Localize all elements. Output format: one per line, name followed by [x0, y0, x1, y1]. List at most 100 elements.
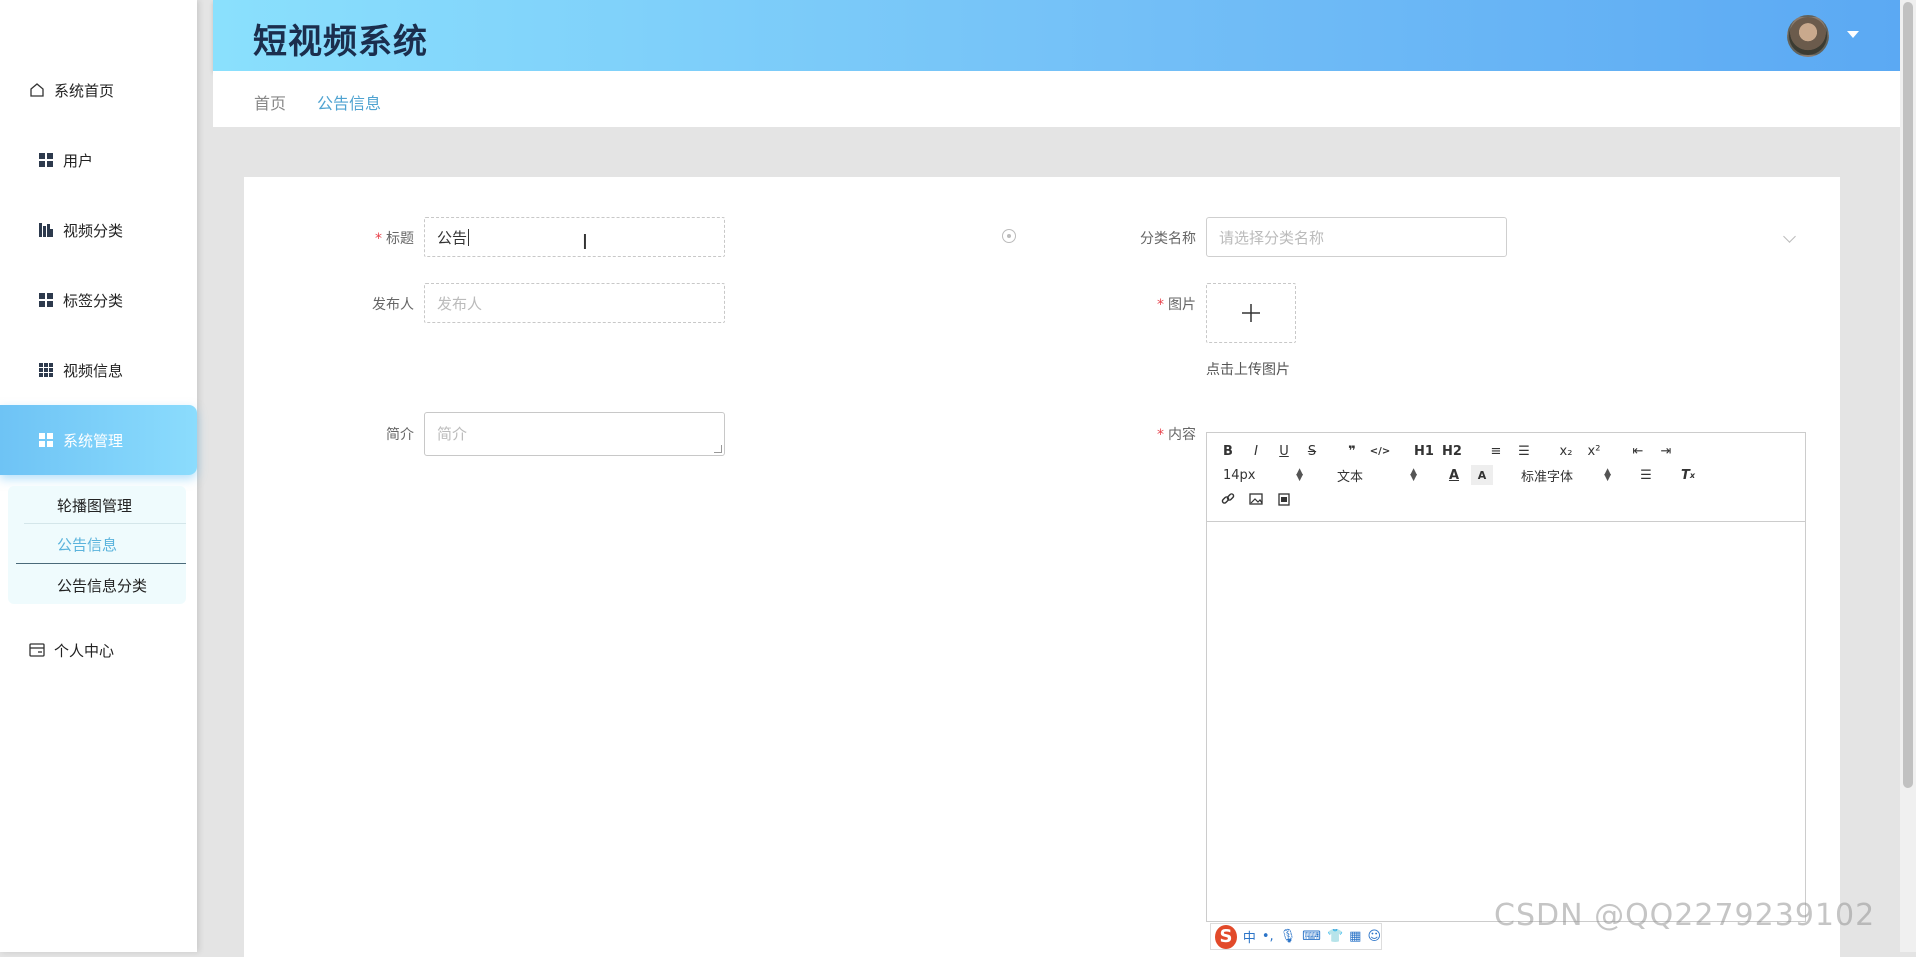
sidebar-item-tag-category[interactable]: 标签分类 — [0, 274, 197, 326]
title-input[interactable]: 公告 — [424, 217, 725, 257]
block-type-value: 文本 — [1337, 469, 1364, 485]
apps-icon — [38, 362, 54, 378]
underline-button[interactable]: U — [1273, 441, 1295, 461]
sidebar-item-label: 用户 — [63, 151, 94, 170]
outdent-button[interactable]: ⇤ — [1627, 441, 1649, 461]
sidebar-item-personal-center[interactable]: 个人中心 — [0, 624, 197, 676]
breadcrumb-home[interactable]: 首页 — [254, 90, 286, 114]
divider — [24, 523, 186, 524]
sidebar-item-users[interactable]: 用户 — [0, 134, 197, 186]
card-icon — [29, 642, 45, 658]
publisher-input[interactable]: 发布人 — [424, 283, 725, 323]
editor-content-area[interactable] — [1207, 523, 1805, 921]
code-button[interactable]: </> — [1369, 441, 1391, 461]
font-family-select[interactable]: 标准字体 ▲ ▼ — [1521, 465, 1611, 485]
submenu-item-carousel[interactable]: 轮播图管理 — [16, 486, 186, 524]
punctuation-icon[interactable]: •, — [1262, 929, 1274, 944]
skin-icon[interactable]: 👕 — [1327, 929, 1343, 944]
image-label: * 图片 — [1157, 297, 1196, 313]
updown-icon: ▲ ▼ — [1410, 467, 1417, 483]
keyboard-icon[interactable]: ⌨ — [1302, 929, 1321, 944]
ordered-list-button[interactable]: ≡ — [1485, 441, 1507, 461]
sidebar-item-label: 系统首页 — [54, 81, 115, 100]
submenu-item-label: 公告信息 — [57, 536, 118, 554]
font-color-icon[interactable]: A — [1443, 465, 1465, 485]
watermark: CSDN @QQ2279239102 — [1494, 898, 1876, 933]
rich-text-editor: B I U S ❞ </> H1 H2 ≡ ☰ x₂ x² ⇤ ⇥ 14px ▲… — [1206, 432, 1806, 922]
link-icon[interactable] — [1217, 489, 1239, 509]
category-select[interactable]: 请选择分类名称 — [1206, 217, 1507, 257]
updown-icon: ▲ ▼ — [1604, 467, 1611, 483]
title-label: * 标题 — [375, 231, 414, 247]
grid-icon — [38, 432, 54, 448]
summary-placeholder: 简介 — [437, 425, 468, 443]
sidebar-item-label: 视频信息 — [63, 361, 124, 380]
editor-toolbar: B I U S ❞ </> H1 H2 ≡ ☰ x₂ x² ⇤ ⇥ 14px ▲… — [1207, 433, 1805, 522]
upload-hint: 点击上传图片 — [1206, 362, 1290, 378]
sidebar: 系统首页 用户 视频分类 标签分类 视频信息 系统管理 轮播图管理 公告信息 公… — [0, 0, 197, 952]
superscript-button[interactable]: x² — [1583, 441, 1605, 461]
resize-handle[interactable] — [714, 445, 722, 453]
summary-textarea[interactable]: 简介 — [424, 412, 725, 456]
scrollbar-thumb[interactable] — [1903, 2, 1913, 788]
block-type-select[interactable]: 文本 ▲ ▼ — [1337, 465, 1417, 485]
background-color-icon[interactable]: A — [1471, 465, 1493, 485]
italic-button[interactable]: I — [1245, 441, 1267, 461]
strike-button[interactable]: S — [1301, 441, 1323, 461]
content-label: * 内容 — [1157, 427, 1196, 443]
sidebar-item-system-management[interactable]: 系统管理 — [0, 405, 197, 475]
microphone-icon[interactable]: 🎙 — [1280, 929, 1297, 944]
submenu-item-label: 公告信息分类 — [57, 576, 148, 595]
updown-icon: ▲ ▼ — [1296, 467, 1303, 483]
h1-button[interactable]: H1 — [1413, 441, 1435, 461]
notice-form: * 标题 公告 分类名称 请选择分类名称 发布人 发布人 * 图片 点击上传图片 简… — [244, 177, 1840, 957]
app-title: 短视频系统 — [253, 22, 428, 62]
avatar[interactable] — [1787, 15, 1829, 57]
sidebar-item-video-category[interactable]: 视频分类 — [0, 204, 197, 256]
video-icon[interactable] — [1273, 489, 1295, 509]
sidebar-item-home[interactable]: 系统首页 — [0, 64, 197, 116]
plus-icon — [1242, 304, 1260, 322]
blockquote-button[interactable]: ❞ — [1341, 441, 1363, 461]
caret-down-icon[interactable] — [1847, 31, 1859, 38]
text-cursor-icon: I — [582, 230, 588, 254]
apps-icon[interactable]: ▦ — [1349, 929, 1361, 944]
submenu-item-notice[interactable]: 公告信息 — [16, 526, 186, 564]
emoji-icon[interactable]: ☺ — [1367, 929, 1381, 944]
bold-button[interactable]: B — [1217, 441, 1239, 461]
sidebar-item-video-info[interactable]: 视频信息 — [0, 344, 197, 396]
publisher-label: 发布人 — [372, 297, 414, 313]
h2-button[interactable]: H2 — [1441, 441, 1463, 461]
grid-icon — [38, 292, 54, 308]
sidebar-item-label: 个人中心 — [54, 641, 115, 660]
submenu-system-management: 轮播图管理 公告信息 公告信息分类 — [8, 486, 186, 604]
grid-icon — [38, 152, 54, 168]
image-icon[interactable] — [1245, 489, 1267, 509]
sidebar-item-label: 系统管理 — [63, 431, 124, 450]
subscript-button[interactable]: x₂ — [1555, 441, 1577, 461]
home-icon — [29, 82, 45, 98]
font-size-select[interactable]: 14px ▲ ▼ — [1223, 465, 1303, 485]
indent-button[interactable]: ⇥ — [1655, 441, 1677, 461]
bullet-list-button[interactable]: ☰ — [1513, 441, 1535, 461]
sidebar-item-label: 视频分类 — [63, 221, 124, 240]
clear-format-icon[interactable]: Tx — [1677, 465, 1699, 485]
align-icon[interactable]: ☰ — [1635, 465, 1657, 485]
category-label: 分类名称 — [1140, 231, 1196, 247]
vertical-scrollbar[interactable] — [1900, 0, 1916, 952]
submenu-item-notice-category[interactable]: 公告信息分类 — [16, 566, 186, 604]
breadcrumb: 首页 公告信息 — [213, 71, 1900, 127]
chevron-down-icon[interactable] — [1783, 230, 1796, 243]
top-header: 短视频系统 — [213, 0, 1900, 71]
font-size-value: 14px — [1223, 467, 1256, 483]
submenu-item-label: 轮播图管理 — [57, 496, 133, 515]
sidebar-item-label: 标签分类 — [63, 291, 124, 310]
image-upload[interactable] — [1206, 283, 1296, 343]
chart-icon — [38, 222, 54, 238]
ime-mode[interactable]: 中 — [1243, 927, 1256, 946]
clear-icon[interactable] — [1002, 229, 1016, 243]
summary-label: 简介 — [386, 427, 414, 443]
sogou-logo-icon[interactable]: S — [1215, 924, 1237, 949]
breadcrumb-current: 公告信息 — [317, 94, 382, 113]
font-family-value: 标准字体 — [1521, 469, 1574, 485]
